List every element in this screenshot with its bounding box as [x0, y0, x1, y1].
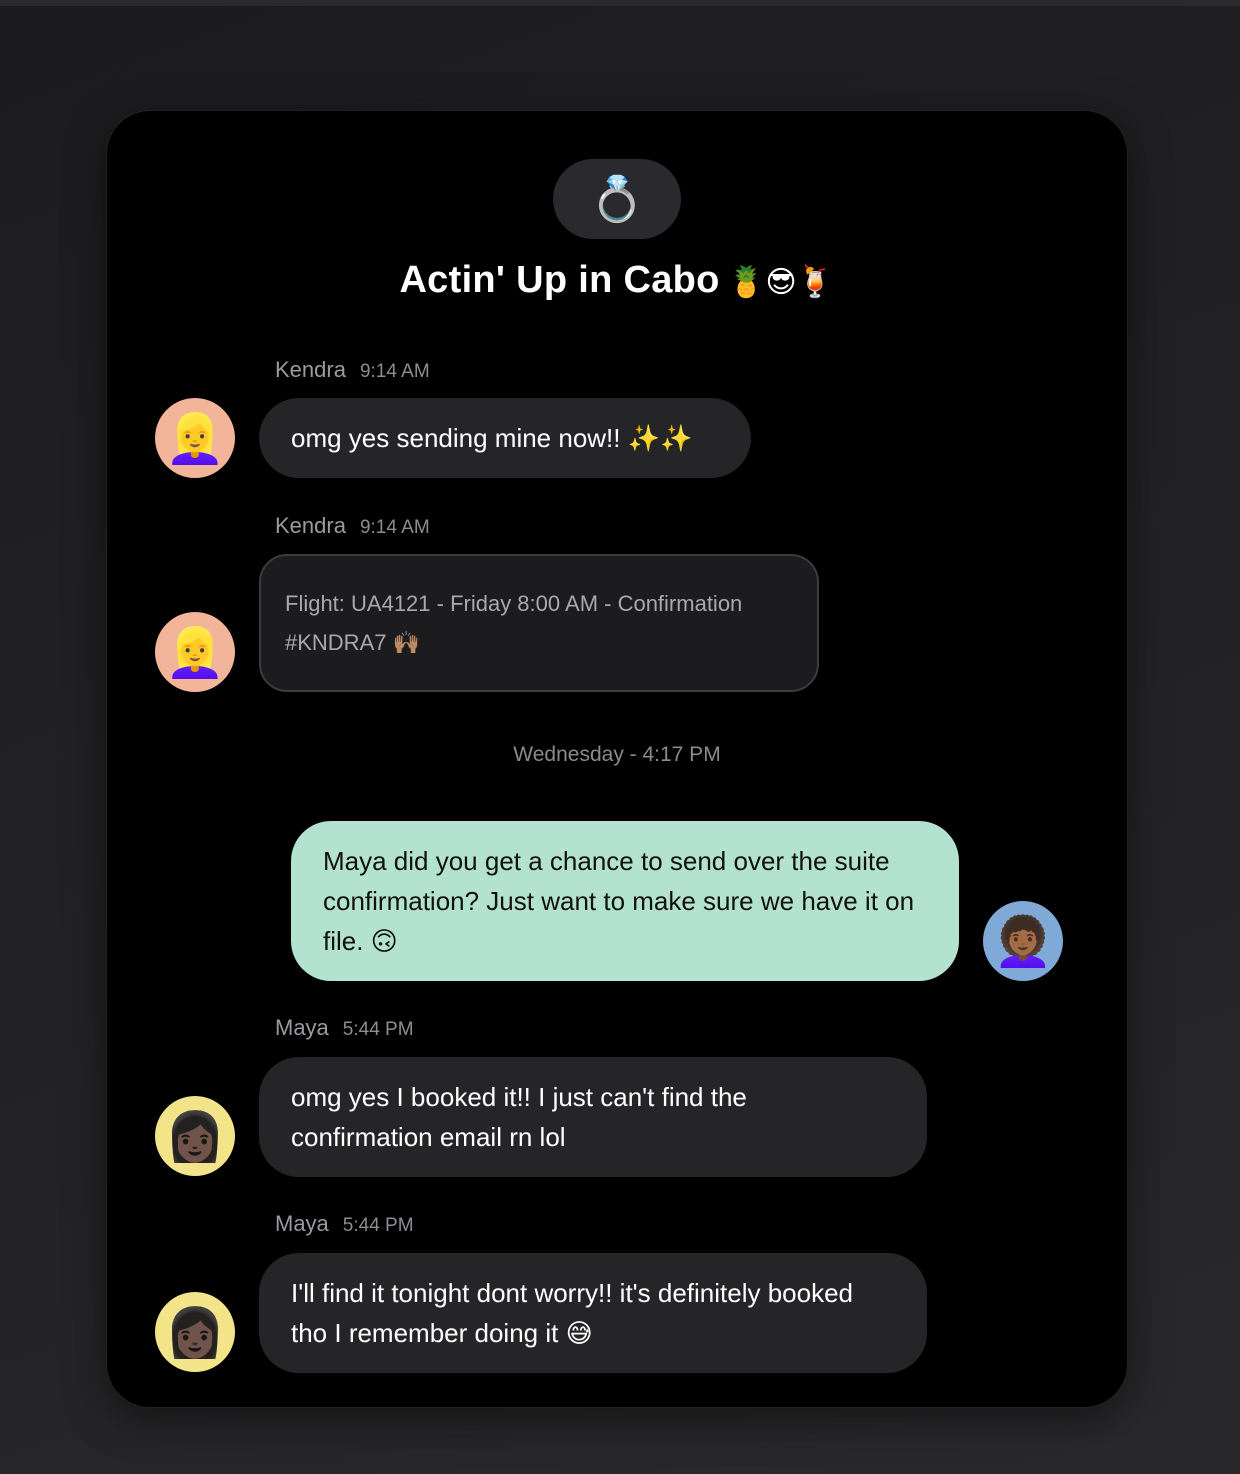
message-time: 9:14 AM	[359, 517, 430, 538]
message-meta: Maya 5:44 PM	[275, 1211, 414, 1237]
message-bubble[interactable]: omg yes I booked it!! I just can't find …	[259, 1057, 927, 1177]
message-time: 5:44 PM	[342, 1215, 414, 1236]
avatar-kendra[interactable]: 👱‍♀️	[155, 398, 235, 478]
sender-name: Kendra	[275, 513, 346, 538]
sender-name: Kendra	[275, 357, 346, 382]
chat-title-text: Actin' Up in Cabo	[399, 259, 720, 301]
chat-title-emoji: 🍍😎🍹	[727, 266, 835, 299]
window-top-bar	[0, 0, 1240, 6]
my-message-bubble[interactable]: Maya did you get a chance to send over t…	[291, 821, 959, 981]
chat-window: 💍 Actin' Up in Cabo 🍍😎🍹 Kendra 9:14 AM 👱‍♀…	[106, 110, 1128, 1408]
date-divider: Wednesday - 4:17 PM	[513, 743, 721, 766]
message-meta: Maya 5:44 PM	[275, 1015, 414, 1041]
avatar-me[interactable]: 👩🏾‍🦱	[983, 901, 1063, 981]
avatar-kendra[interactable]: 👱‍♀️	[155, 612, 235, 692]
message-meta: Kendra 9:14 AM	[275, 357, 430, 383]
group-ring-icon[interactable]: 💍	[553, 159, 681, 239]
message-meta: Kendra 9:14 AM	[275, 513, 430, 539]
chat-title: Actin' Up in Cabo 🍍😎🍹	[107, 259, 1127, 302]
avatar-maya[interactable]: 👩🏿	[155, 1292, 235, 1372]
message-bubble[interactable]: I'll find it tonight dont worry!! it's d…	[259, 1253, 927, 1373]
flight-info-bubble[interactable]: Flight: UA4121 - Friday 8:00 AM - Confir…	[259, 554, 819, 692]
avatar-maya[interactable]: 👩🏿	[155, 1096, 235, 1176]
message-time: 9:14 AM	[359, 361, 430, 382]
sender-name: Maya	[275, 1211, 329, 1236]
message-bubble[interactable]: omg yes sending mine now!! ✨✨	[259, 398, 751, 478]
message-time: 5:44 PM	[342, 1019, 414, 1040]
sender-name: Maya	[275, 1015, 329, 1040]
